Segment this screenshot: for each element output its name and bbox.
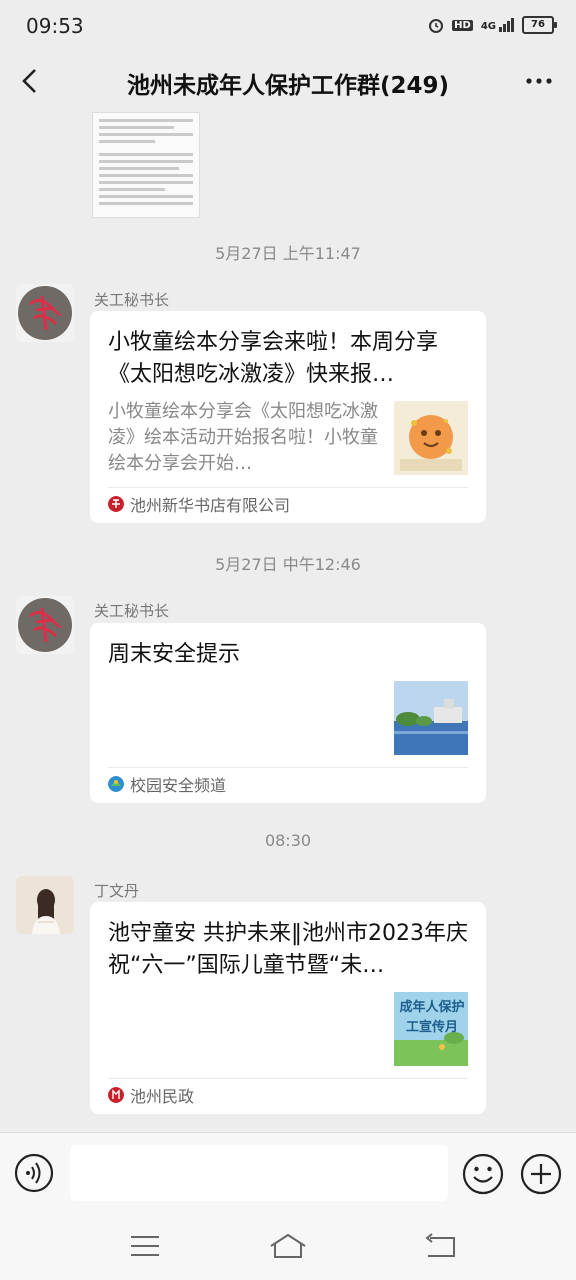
message-input[interactable]	[70, 1145, 448, 1201]
card-divider	[108, 1078, 468, 1079]
system-nav-bar	[0, 1212, 576, 1280]
back-arrow-icon[interactable]	[14, 64, 48, 98]
card-divider	[108, 767, 468, 768]
battery-icon: 76	[522, 16, 557, 34]
signal-icon: 4G	[481, 18, 514, 32]
hd-icon: HD	[452, 19, 473, 31]
publisher-logo-icon	[108, 496, 124, 512]
article-card[interactable]: 周末安全提示 校园安全频道	[90, 623, 486, 803]
message-timestamp: 5月27日 上午11:47	[215, 244, 361, 263]
emoji-icon[interactable]	[462, 1153, 504, 1195]
recent-apps-icon[interactable]	[128, 1232, 162, 1260]
home-icon[interactable]	[268, 1230, 308, 1262]
network-label: 4G	[480, 21, 496, 32]
civil-affairs-logo-icon	[108, 1087, 124, 1103]
message-timestamp: 5月27日 中午12:46	[215, 555, 361, 574]
alarm-icon	[429, 19, 444, 33]
card-description: 小牧童绘本分享会《太阳想吃冰激凌》绘本活动开始报名啦！小牧童绘本分享会开始…	[108, 401, 378, 474]
card-title: 周末安全提示	[108, 642, 241, 667]
article-card[interactable]: 池守童安 共护未来‖池州市2023年庆祝“六一”国际儿童节暨“未… 成年人保护工…	[90, 902, 486, 1114]
card-thumbnail	[394, 401, 468, 475]
card-source: 池州民政	[108, 1084, 468, 1106]
avatar[interactable]	[16, 284, 74, 342]
nav-bar: 池州未成年人保护工作群(249)	[0, 54, 576, 108]
chat-title: 池州未成年人保护工作群(249)	[126, 73, 450, 99]
input-bar	[0, 1132, 576, 1213]
card-source: 校园安全频道	[108, 773, 468, 795]
avatar[interactable]	[16, 876, 74, 934]
avatar[interactable]	[16, 596, 74, 654]
source-name: 校园安全频道	[130, 776, 227, 795]
voice-input-icon[interactable]	[14, 1153, 54, 1193]
channel-logo-icon	[108, 776, 124, 792]
card-thumbnail	[394, 681, 468, 755]
source-name: 池州新华书店有限公司	[130, 496, 291, 515]
status-icons: HD 4G 76	[428, 16, 557, 34]
status-bar: 09:53 HD 4G 76	[0, 0, 576, 54]
more-options-icon[interactable]	[522, 64, 556, 98]
sender-name: 关工秘书长	[94, 291, 170, 309]
card-title: 池守童安 共护未来‖池州市2023年庆祝“六一”国际儿童节暨“未…	[108, 921, 468, 978]
card-divider	[108, 487, 468, 488]
status-time: 09:53	[26, 14, 84, 38]
image-message-thumbnail[interactable]	[92, 112, 200, 218]
message-timestamp: 08:30	[264, 831, 312, 850]
add-attachment-icon[interactable]	[520, 1153, 562, 1195]
source-name: 池州民政	[130, 1087, 195, 1106]
thumbnail-caption: 成年人保护工宣传月	[399, 1000, 465, 1035]
card-source: 池州新华书店有限公司	[108, 493, 468, 515]
card-thumbnail: 成年人保护工宣传月	[394, 992, 468, 1066]
article-card[interactable]: 小牧童绘本分享会来啦！本周分享《太阳想吃冰激凌》快来报… 小牧童绘本分享会《太阳…	[90, 311, 486, 523]
sender-name: 关工秘书长	[94, 602, 170, 620]
system-back-icon[interactable]	[420, 1230, 460, 1262]
sender-name: 丁文丹	[94, 882, 140, 900]
card-title: 小牧童绘本分享会来啦！本周分享《太阳想吃冰激凌》快来报…	[108, 330, 439, 387]
chat-area[interactable]: 5月27日 上午11:47 关工秘书长 小牧童绘本分享会来啦！本周分享《太阳想吃…	[0, 108, 576, 1132]
